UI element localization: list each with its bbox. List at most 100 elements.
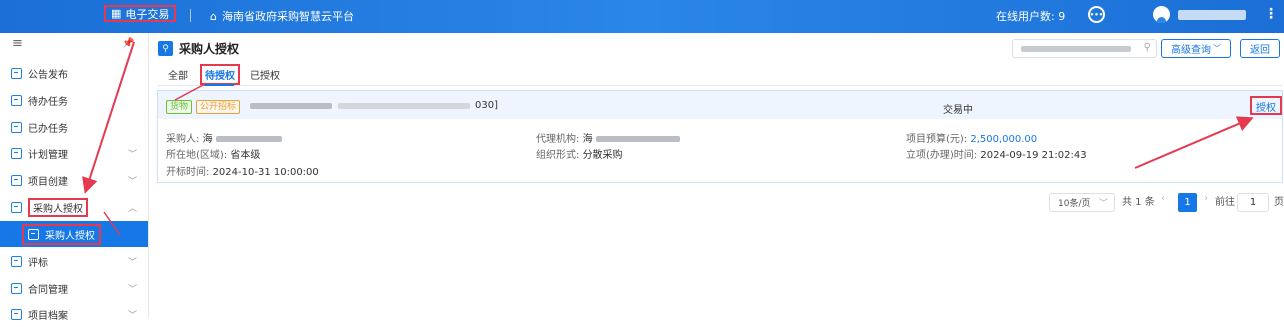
field-label: 采购人:: [166, 134, 200, 145]
sidebar: ≡ 📌 公告发布 待办任务 已办任务 计划管理 ﹀ 项目创建 ﹀ 采购人授权 ︿…: [0, 33, 149, 322]
online-users: 在线用户数: 9: [996, 10, 1066, 23]
menu-collapse-icon[interactable]: ≡: [12, 36, 23, 51]
platform-link[interactable]: ⌂ 海南省政府采购智慧云平台: [210, 8, 354, 24]
card-header: 货物 公开招标 030] 交易中 授权: [158, 91, 1282, 119]
main-content: ⚲ 采购人授权 ⚲ 高级查询 ﹀ 返回 全部 待授权 已授权 货物 公开招标 0…: [149, 33, 1284, 318]
message-icon[interactable]: •••: [1088, 6, 1105, 23]
chevron-down-icon: ﹀: [127, 258, 137, 268]
agency-redacted: [595, 136, 680, 142]
org-form-field: 组织形式: 分散采购: [536, 146, 623, 161]
sidebar-item-label: 公告发布: [28, 69, 68, 81]
sidebar-item-label: 已办任务: [28, 123, 68, 135]
category-badge: 货物: [166, 100, 193, 114]
chevron-down-icon: ﹀: [1098, 199, 1108, 209]
advanced-search-button[interactable]: 高级查询 ﹀: [1161, 39, 1231, 58]
active-tab-indicator: [204, 84, 234, 86]
brand-label: 电子交易: [125, 7, 170, 21]
sidebar-item-announcement[interactable]: 公告发布: [0, 60, 148, 86]
page-number-current[interactable]: 1: [1178, 193, 1197, 212]
sidebar-item-label: 采购人授权: [45, 230, 95, 242]
field-value: 海: [202, 134, 213, 145]
status-text: 交易中: [943, 105, 973, 116]
sidebar-item-archive[interactable]: 项目档案 ﹀: [0, 301, 148, 327]
chevron-down-icon: ﹀: [1213, 44, 1221, 53]
field-value: 2024-10-31 10:00:00: [212, 167, 319, 178]
auth-icon: ⚲: [158, 41, 173, 56]
avatar[interactable]: [1153, 6, 1170, 23]
search-placeholder-redacted: [1021, 46, 1131, 52]
grid-icon: ▦: [111, 7, 122, 20]
field-value: 2024-09-19 21:02:43: [980, 150, 1087, 161]
todo-icon: [11, 94, 22, 106]
goto-label: 前往: [1215, 197, 1235, 208]
field-label: 项目预算(元):: [906, 134, 968, 145]
field-value: 省本级: [230, 150, 261, 161]
chevron-down-icon: ﹀: [127, 150, 137, 160]
field-label: 立项(办理)时间:: [906, 150, 978, 161]
sidebar-item-project-create[interactable]: 项目创建 ﹀: [0, 167, 148, 193]
field-value: 海: [582, 134, 593, 145]
goto-page-input[interactable]: 1: [1237, 193, 1269, 212]
tab-authorized[interactable]: 已授权: [250, 67, 280, 82]
search-input[interactable]: ⚲: [1012, 39, 1157, 58]
chevron-up-icon: ︿: [127, 204, 137, 214]
setup-time-field: 立项(办理)时间: 2024-09-19 21:02:43: [906, 146, 1087, 161]
project-code-suffix: 030]: [475, 100, 498, 111]
budget-field: 项目预算(元): 2,500,000.00: [906, 130, 1037, 145]
sidebar-item-plan[interactable]: 计划管理 ﹀: [0, 140, 148, 166]
sidebar-item-label: 合同管理: [28, 284, 68, 296]
cart-icon: [11, 174, 22, 186]
page-title: 采购人授权: [179, 42, 240, 56]
sidebar-subitem-purchaser-auth[interactable]: 采购人授权: [0, 221, 148, 247]
tab-divider: [158, 85, 1282, 86]
region-field: 所在地(区域): 省本级: [166, 146, 260, 161]
field-label: 组织形式:: [536, 150, 580, 161]
username-redacted[interactable]: [1178, 10, 1246, 20]
plan-icon: [11, 147, 22, 159]
project-code-redacted: [338, 103, 470, 109]
next-page-icon[interactable]: ›: [1204, 193, 1208, 204]
top-bar: ▦ 电子交易 ⌂ 海南省政府采购智慧云平台 在线用户数: 9 ••• ⋮: [0, 0, 1284, 33]
pin-icon[interactable]: 📌: [122, 38, 134, 49]
tab-pending[interactable]: 待授权: [200, 64, 240, 85]
page-size-select[interactable]: 10条/页 ﹀: [1049, 193, 1115, 212]
sidebar-item-label: 待办任务: [28, 96, 68, 108]
auth-icon: [28, 228, 39, 240]
field-value: 分散采购: [582, 150, 623, 161]
done-icon: [11, 121, 22, 133]
sidebar-item-label: 采购人授权: [28, 197, 88, 217]
authorize-button[interactable]: 授权: [1250, 96, 1282, 115]
announcement-icon: [11, 67, 22, 79]
tab-all[interactable]: 全部: [168, 67, 188, 82]
field-label: 所在地(区域):: [166, 150, 228, 161]
sidebar-item-done[interactable]: 已办任务: [0, 114, 148, 140]
field-label: 开标时间:: [166, 167, 210, 178]
open-time-field: 开标时间: 2024-10-31 10:00:00: [166, 163, 319, 178]
brand-button[interactable]: ▦ 电子交易: [104, 5, 177, 22]
contract-icon: [11, 282, 22, 294]
more-menu-icon[interactable]: ⋮: [1264, 6, 1278, 22]
search-icon[interactable]: ⚲: [1144, 42, 1151, 53]
sidebar-item-purchaser-auth[interactable]: 采购人授权 ︿: [0, 194, 148, 220]
sidebar-item-todo[interactable]: 待办任务: [0, 87, 148, 113]
purchaser-field: 采购人: 海: [166, 130, 282, 145]
advanced-search-label: 高级查询: [1171, 45, 1211, 56]
sidebar-item-contract[interactable]: 合同管理 ﹀: [0, 275, 148, 301]
chevron-down-icon: ﹀: [127, 311, 137, 321]
back-button[interactable]: 返回: [1240, 39, 1280, 58]
chevron-down-icon: ﹀: [127, 285, 137, 295]
auth-icon: [11, 201, 22, 213]
home-icon: ⌂: [210, 9, 217, 23]
method-badge: 公开招标: [196, 100, 241, 114]
page-size-label: 10条/页: [1058, 199, 1091, 209]
agency-field: 代理机构: 海: [536, 130, 680, 145]
project-name-redacted: [250, 103, 332, 109]
field-label: 代理机构:: [536, 134, 580, 145]
evaluation-icon: [11, 255, 22, 267]
divider: [190, 9, 191, 22]
sidebar-item-label: 项目档案: [28, 310, 68, 322]
prev-page-icon[interactable]: ‹: [1161, 193, 1165, 204]
page-unit: 页: [1274, 197, 1284, 208]
sidebar-item-label: 计划管理: [28, 149, 68, 161]
sidebar-item-evaluation[interactable]: 评标 ﹀: [0, 248, 148, 274]
